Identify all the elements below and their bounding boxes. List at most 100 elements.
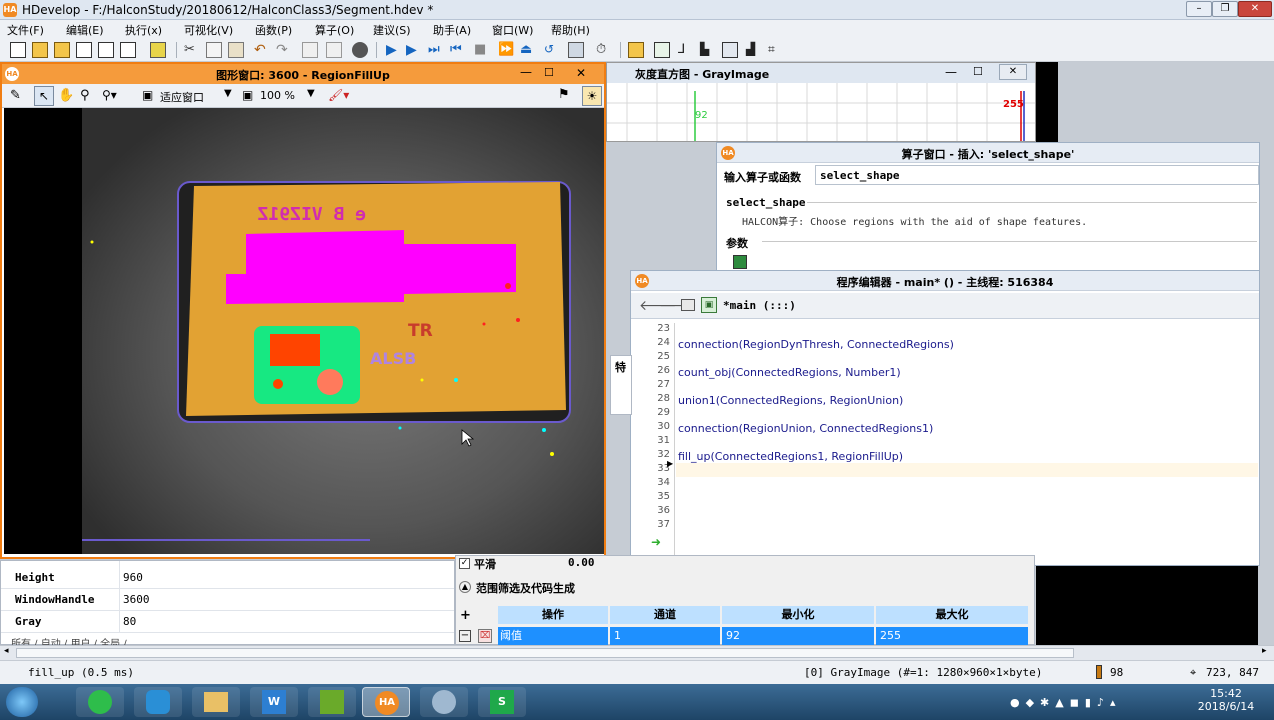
collapse-icon[interactable]: ▲ (459, 581, 471, 593)
open-window-icon[interactable] (628, 42, 644, 58)
code-line[interactable]: fill_up(ConnectedRegions1, RegionFillUp) (678, 450, 903, 463)
operator-input[interactable] (815, 165, 1259, 185)
zoom-level-dropdown[interactable]: 100 % (260, 89, 295, 102)
variable-row[interactable]: Gray 80 (1, 611, 454, 633)
cell-operation[interactable]: 阈值 (498, 627, 608, 645)
open-example-icon[interactable] (54, 42, 70, 58)
find-icon[interactable] (326, 42, 342, 58)
cut-icon[interactable]: ✂ (184, 42, 200, 58)
gray-histogram-icon[interactable]: ⅃ (678, 42, 694, 58)
clock[interactable]: 15:42 2018/6/14 (1196, 687, 1256, 713)
taskbar-word[interactable]: W (250, 687, 298, 717)
menu-assistants[interactable]: 助手(A) (433, 22, 471, 38)
taskbar-browser[interactable] (76, 687, 124, 717)
graphics-maximize-button[interactable]: ☐ (544, 66, 554, 79)
save-icon[interactable] (76, 42, 92, 58)
code-area[interactable]: connection(RegionDynThresh, ConnectedReg… (676, 323, 1258, 559)
step-forward-icon[interactable]: ⏩ (498, 42, 514, 58)
breakpoint-icon[interactable] (568, 42, 584, 58)
color-palette-icon[interactable]: 🖌▾ (328, 88, 349, 102)
menu-operators[interactable]: 算子(O) (315, 22, 354, 38)
line-profile-icon[interactable]: ▟ (746, 42, 762, 58)
save-all-icon[interactable] (120, 42, 136, 58)
copy-icon[interactable] (206, 42, 222, 58)
histogram-minimize-button[interactable]: — (945, 65, 957, 79)
taskbar-halcon[interactable]: HA (362, 687, 410, 717)
comment-icon[interactable] (302, 42, 318, 58)
light-icon[interactable]: ☀ (582, 86, 602, 106)
code-gen-icon[interactable]: ⌧ (478, 629, 492, 643)
system-tray-icons[interactable]: ●◆✱▲◼▮♪▴ (1010, 696, 1160, 710)
cell-min[interactable]: 92 (722, 627, 874, 645)
menu-visualize[interactable]: 可视化(V) (184, 22, 233, 38)
inspect-icon[interactable]: ⚑ (558, 87, 570, 102)
print-icon[interactable] (681, 299, 695, 311)
timer-icon[interactable]: ⏱ (596, 42, 612, 58)
cell-max[interactable]: 255 (876, 627, 1028, 645)
feature-histogram-icon[interactable]: ▙ (700, 42, 716, 58)
open-file-icon[interactable] (32, 42, 48, 58)
fit-window-dropdown[interactable]: 适应窗口 (160, 89, 204, 105)
menu-edit[interactable]: 编辑(E) (66, 22, 104, 38)
profiler-icon[interactable] (352, 42, 368, 58)
zoom-icon[interactable]: ⚲ (80, 88, 90, 103)
menu-execute[interactable]: 执行(x) (125, 22, 162, 38)
taskbar-sheets[interactable]: S (478, 687, 526, 717)
graphics-minimize-button[interactable]: — (520, 65, 532, 79)
maximize-button[interactable]: ❐ (1212, 1, 1238, 17)
menu-window[interactable]: 窗口(W) (492, 22, 533, 38)
image-canvas[interactable]: e B VIZ91Z TR ALSB (4, 108, 604, 554)
save-as-icon[interactable] (98, 42, 114, 58)
zoom-window-icon[interactable]: ⌗ (768, 42, 784, 58)
menu-file[interactable]: 文件(F) (7, 22, 44, 38)
smoothing-checkbox[interactable]: ✓ (459, 558, 470, 569)
taskbar-app[interactable] (308, 687, 356, 717)
menu-help[interactable]: 帮助(H) (551, 22, 590, 38)
histogram-maximize-button[interactable]: ☐ (973, 65, 983, 78)
horizontal-scrollbar[interactable]: ◂ ▸ (0, 645, 1274, 660)
procedure-selector[interactable]: *main (:::) (723, 299, 796, 312)
scroll-left-icon[interactable]: ◂ (4, 646, 9, 656)
stop-icon[interactable]: ■ (474, 42, 490, 58)
scrollbar-thumb[interactable] (16, 648, 1074, 658)
code-line[interactable]: union1(ConnectedRegions, RegionUnion) (678, 394, 903, 407)
taskbar-explorer[interactable] (192, 687, 240, 717)
minimize-button[interactable]: – (1186, 1, 1212, 17)
step-out-icon[interactable]: ⏏ (520, 42, 536, 58)
variable-row[interactable]: WindowHandle 3600 (1, 589, 454, 611)
code-line[interactable]: connection(RegionDynThresh, ConnectedReg… (678, 338, 954, 351)
feature-inspection-icon[interactable] (722, 42, 738, 58)
edit-icon[interactable]: ✎ (10, 88, 21, 103)
run-icon[interactable]: ▶ (386, 42, 402, 58)
menu-procedures[interactable]: 函数(P) (255, 22, 292, 38)
add-row-button[interactable]: + (460, 608, 471, 623)
properties-icon[interactable] (150, 42, 166, 58)
code-line[interactable]: connection(RegionUnion, ConnectedRegions… (678, 422, 933, 435)
new-file-icon[interactable] (10, 42, 26, 58)
scroll-right-icon[interactable]: ▸ (1262, 646, 1267, 656)
close-button[interactable]: ✕ (1238, 1, 1272, 17)
run-to-insert-icon[interactable]: ▶ (406, 42, 422, 58)
taskbar-paint[interactable] (420, 687, 468, 717)
code-line[interactable]: count_obj(ConnectedRegions, Number1) (678, 366, 901, 379)
redo-icon[interactable]: ↷ (276, 42, 292, 58)
start-button[interactable] (6, 687, 38, 717)
cell-channel[interactable]: 1 (610, 627, 720, 645)
zoom-dropdown-icon[interactable]: ⚲▾ (102, 88, 117, 102)
paste-icon[interactable] (228, 42, 244, 58)
graphics-close-button[interactable]: ✕ (576, 66, 586, 80)
taskbar-video[interactable] (134, 687, 182, 717)
pointer-icon[interactable]: ↖ (34, 86, 54, 106)
remove-row-button[interactable]: − (459, 630, 471, 642)
reset-icon[interactable]: ↺ (544, 42, 560, 58)
step-into-icon[interactable]: ⏮ (450, 42, 466, 58)
undo-icon[interactable]: ↶ (254, 42, 270, 58)
chevron-down-icon[interactable]: ▼ (224, 88, 232, 99)
menu-suggestions[interactable]: 建议(S) (373, 22, 411, 38)
variable-row[interactable]: Height 960 (1, 567, 454, 589)
pan-hand-icon[interactable]: ✋ (58, 88, 74, 103)
chevron-down-icon[interactable]: ▼ (307, 88, 315, 99)
image-window-icon[interactable] (654, 42, 670, 58)
histogram-close-button[interactable]: ✕ (999, 64, 1027, 80)
step-over-icon[interactable]: ⏭ (428, 42, 444, 58)
